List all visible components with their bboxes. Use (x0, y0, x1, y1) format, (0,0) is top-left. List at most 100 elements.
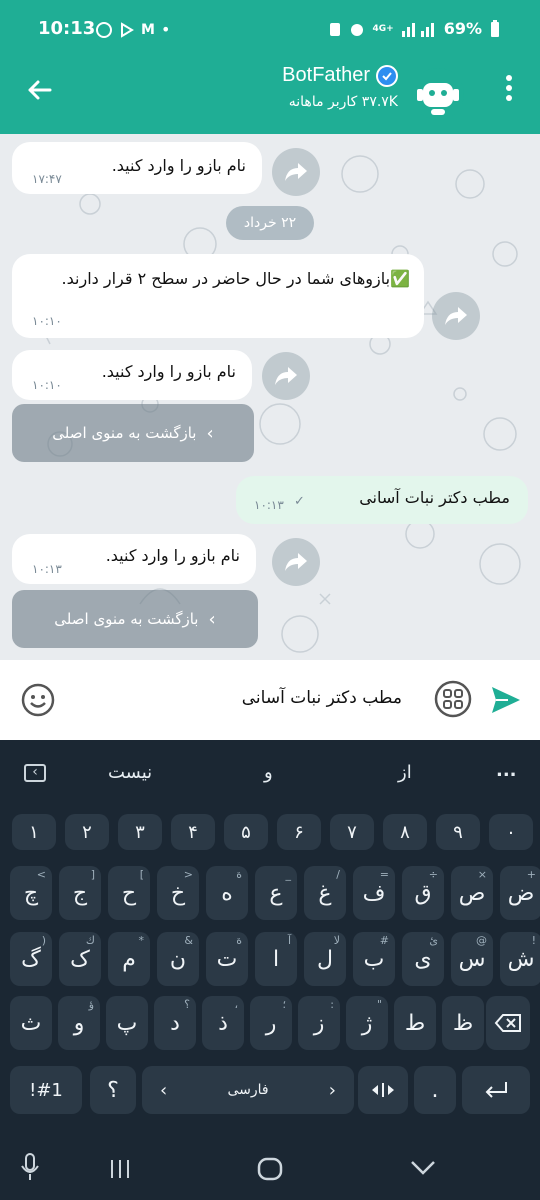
backspace-key[interactable] (486, 996, 530, 1050)
message-bubble[interactable]: ✅بازوهای شما در حال حاضر در سطح ۲ قرار د… (12, 254, 424, 338)
message-input[interactable]: مطب دکتر نبات آسانی (242, 688, 402, 708)
back-to-main-menu-button[interactable]: بازگشت به منوی اصلی ‹ (12, 590, 258, 648)
status-time: 10:13 (38, 18, 96, 39)
dot-icon: • (160, 20, 171, 39)
suggestion-2[interactable]: و (264, 762, 273, 783)
number-key[interactable]: ۷ (330, 814, 374, 850)
more-suggestions-icon[interactable]: ... (496, 760, 517, 781)
suggestion-1[interactable]: نیست (108, 762, 152, 783)
letter-key[interactable]: ج] (59, 866, 101, 920)
letter-key[interactable]: ح[ (108, 866, 150, 920)
chat-title[interactable]: BotFather (282, 64, 398, 87)
outgoing-message-bubble[interactable]: مطب دکتر نبات آسانی ۱۰:۱۳ ✓ (236, 476, 528, 524)
number-key[interactable]: ۹ (436, 814, 480, 850)
letter-key[interactable]: گ) (10, 932, 52, 986)
chevron-left-icon: ‹ (160, 1079, 168, 1101)
letter-key-secondary: ؟ (184, 998, 190, 1011)
letter-key[interactable]: وؤ (58, 996, 100, 1050)
back-to-main-menu-button[interactable]: بازگشت به منوی اصلی ‹ (12, 404, 254, 462)
letter-key-secondary: " (376, 998, 382, 1011)
letter-key[interactable]: د ؟ (154, 996, 196, 1050)
letter-key[interactable]: ط (394, 996, 436, 1050)
emoji-icon[interactable] (20, 682, 56, 718)
back-arrow-icon[interactable] (24, 74, 56, 106)
send-icon[interactable] (490, 684, 522, 716)
microphone-icon[interactable] (18, 1152, 42, 1182)
message-bubble[interactable]: نام بازو را وارد کنید. ۱۰:۱۰ (12, 350, 252, 400)
number-key[interactable]: ۶ (277, 814, 321, 850)
letter-key[interactable]: ذ ، (202, 996, 244, 1050)
message-input-bar: مطب دکتر نبات آسانی (0, 660, 540, 740)
chevron-right-icon: › (328, 1079, 336, 1101)
bot-menu-icon[interactable] (434, 680, 472, 718)
number-key[interactable]: ۲ (65, 814, 109, 850)
letter-key-secondary: & (184, 934, 193, 947)
enter-key[interactable] (462, 1066, 530, 1114)
letter-key[interactable]: ل لا (304, 932, 346, 986)
letter-key[interactable]: ز: (298, 996, 340, 1050)
message-text: مطب دکتر نبات آسانی (359, 488, 510, 507)
letter-key[interactable]: چ < (10, 866, 52, 920)
letter-key[interactable]: ع _ (255, 866, 297, 920)
symbols-key[interactable]: !#1 (10, 1066, 82, 1114)
forward-button[interactable] (262, 352, 310, 400)
back-nav-icon[interactable] (410, 1160, 436, 1176)
chat-area[interactable]: نام بازو را وارد کنید. ۱۷:۴۷ ۲۲ خرداد ✅ب… (0, 134, 540, 660)
letter-key[interactable]: ر ؛ (250, 996, 292, 1050)
letter-key[interactable]: ب # (353, 932, 395, 986)
number-key[interactable]: ۴ (171, 814, 215, 850)
message-bubble[interactable]: نام بازو را وارد کنید. ۱۰:۱۳ (12, 534, 256, 584)
number-key[interactable]: ۱ (12, 814, 56, 850)
chat-subtitle: ۳۷.۷K کاربر ماهانه (288, 94, 398, 110)
letter-key[interactable]: ژ " (346, 996, 388, 1050)
space-bar[interactable]: ‹ فارسی › (142, 1066, 354, 1114)
mail-icon: M (141, 21, 155, 38)
app-bar: BotFather ۳۷.۷K کاربر ماهانه (0, 60, 540, 134)
letter-key-label: چ (23, 880, 39, 906)
letter-key[interactable]: هة (206, 866, 248, 920)
keyboard-collapse-icon[interactable]: ‹ (24, 764, 46, 782)
letter-key[interactable]: یئ (402, 932, 444, 986)
battery-saver-icon (329, 22, 340, 36)
recent-apps-icon[interactable] (108, 1158, 132, 1180)
bot-avatar[interactable] (412, 68, 464, 120)
letter-key[interactable]: کك (59, 932, 101, 986)
letter-key[interactable]: م * (108, 932, 150, 986)
letter-key[interactable]: ن & (157, 932, 199, 986)
number-key[interactable]: ۳ (118, 814, 162, 850)
keyboard: ‹ نیست و از ... ۱ ۲ ۳۴۵۶۷۸۹۰ چ < ج] ح[خ > ه ة ع _ غ… (0, 740, 540, 1140)
number-key[interactable]: ۸ (383, 814, 427, 850)
letter-key[interactable]: ق ÷ (402, 866, 444, 920)
number-key-label: ۲ (82, 821, 92, 843)
letter-key[interactable]: غ / (304, 866, 346, 920)
period-key[interactable]: . (414, 1066, 456, 1114)
home-icon[interactable] (256, 1156, 284, 1182)
letter-key[interactable]: ش! (500, 932, 540, 986)
question-mark-key[interactable]: ؟ (90, 1066, 136, 1114)
letter-key[interactable]: ف = (353, 866, 395, 920)
letter-key[interactable]: ض + (500, 866, 540, 920)
number-key[interactable]: ۰ (489, 814, 533, 850)
letter-key[interactable]: اآ (255, 932, 297, 986)
letter-key-label: و (73, 1010, 85, 1036)
letter-key-label: ت (216, 946, 238, 972)
letter-key[interactable]: خ > (157, 866, 199, 920)
more-menu-icon[interactable] (504, 74, 514, 102)
forward-button[interactable] (432, 292, 480, 340)
letter-key[interactable]: پ (106, 996, 148, 1050)
number-key[interactable]: ۵ (224, 814, 268, 850)
message-text: نام بازو را وارد کنید. (105, 546, 240, 565)
letter-key-secondary: ! (531, 934, 536, 947)
forward-button[interactable] (272, 538, 320, 586)
suggestion-3[interactable]: از (398, 762, 412, 783)
cursor-move-key[interactable] (358, 1066, 408, 1114)
letter-key[interactable]: ص × (451, 866, 493, 920)
message-bubble[interactable]: نام بازو را وارد کنید. ۱۷:۴۷ (12, 142, 262, 194)
letter-key[interactable]: س @ (451, 932, 493, 986)
signal-icon (401, 22, 434, 37)
forward-button[interactable] (272, 148, 320, 196)
letter-key[interactable]: ث (10, 996, 52, 1050)
letter-key[interactable]: تة (206, 932, 248, 986)
letter-key-label: ذ (218, 1010, 228, 1036)
letter-key[interactable]: ظ (442, 996, 484, 1050)
